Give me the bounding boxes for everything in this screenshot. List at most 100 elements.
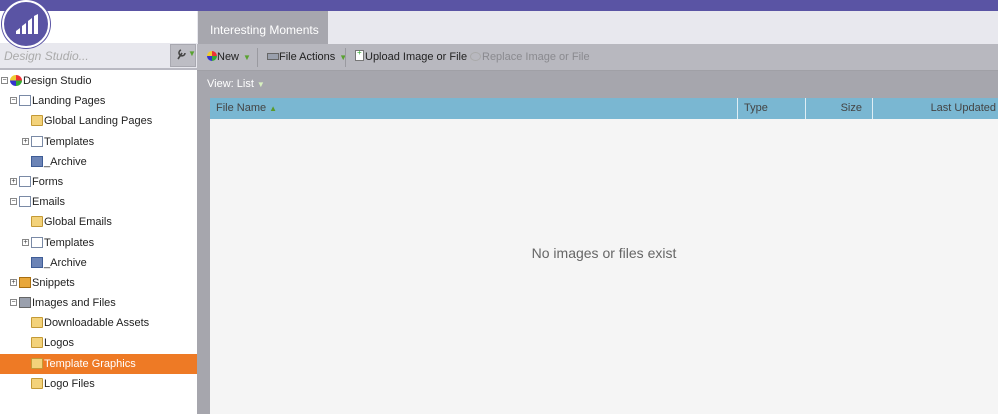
logo-bars-icon xyxy=(16,14,38,34)
tree-item-label: Snippets xyxy=(32,276,75,289)
tree-item-label: _Archive xyxy=(44,155,87,168)
tree-item[interactable]: − Emails xyxy=(0,192,197,212)
new-icon xyxy=(207,51,217,61)
tree-item-label: Forms xyxy=(32,175,64,188)
tree-item[interactable]: _Archive xyxy=(0,253,197,273)
view-bar: View: List ▼ xyxy=(197,71,998,98)
column-last-updated[interactable]: Last Updated xyxy=(873,98,998,119)
template-icon xyxy=(31,236,43,248)
collapse-icon[interactable]: − xyxy=(10,299,17,307)
column-file-name-label: File Name xyxy=(216,102,267,114)
upload-icon: + xyxy=(355,49,364,61)
tab-interesting-moments[interactable]: Interesting Moments xyxy=(198,11,328,44)
template-icon xyxy=(31,135,43,147)
wrench-icon xyxy=(176,48,186,63)
column-file-name[interactable]: File Name ▲ xyxy=(210,98,738,119)
tree-item[interactable]: Global Landing Pages xyxy=(0,111,197,131)
tree-item[interactable]: Global Emails xyxy=(0,212,197,232)
tree-item-label: Logo Files xyxy=(44,377,95,390)
tree-item[interactable]: + Forms xyxy=(0,172,197,192)
collapse-icon[interactable]: − xyxy=(10,198,17,206)
collapse-icon[interactable]: − xyxy=(10,97,17,105)
column-last-updated-label: Last Updated xyxy=(930,102,996,114)
tree-item-label: Templates xyxy=(44,135,95,148)
file-grid: File Name ▲ Type Size Last Updated No ima… xyxy=(210,98,998,414)
design-studio-icon xyxy=(10,75,22,86)
empty-message: No images or files exist xyxy=(531,245,677,261)
upload-label: Upload Image or File xyxy=(365,51,468,63)
app-logo[interactable] xyxy=(2,0,50,48)
tree-item[interactable]: + Snippets xyxy=(0,273,197,293)
folder-icon xyxy=(31,317,43,329)
tree-item[interactable]: + Templates xyxy=(0,132,197,152)
tree-tool-button[interactable]: ▼ xyxy=(170,44,196,67)
sidebar-divider xyxy=(0,68,197,70)
file-actions-button[interactable]: File Actions ▼ xyxy=(267,44,347,71)
chevron-down-icon: ▼ xyxy=(188,49,196,58)
archive-icon xyxy=(31,256,43,268)
folder-icon xyxy=(31,216,43,228)
snippets-icon xyxy=(19,276,31,288)
column-type[interactable]: Type xyxy=(738,98,806,119)
tree-item-label: Templates xyxy=(44,236,95,249)
tab-strip: Interesting Moments xyxy=(197,11,998,44)
view-selector[interactable]: View: List ▼ xyxy=(207,78,265,90)
design-studio-tree: − Design Studio − Landing Pages Global Landi… xyxy=(0,71,197,394)
replace-icon xyxy=(470,52,481,61)
tree-item-label: Global Emails xyxy=(44,216,112,229)
top-banner xyxy=(0,0,998,11)
expand-icon[interactable]: + xyxy=(10,177,17,185)
tree-item[interactable]: Logos xyxy=(0,333,197,353)
column-type-label: Type xyxy=(744,102,768,114)
replace-label: Replace Image or File xyxy=(482,51,590,63)
tree-item-label: Global Landing Pages xyxy=(44,115,153,128)
upload-button[interactable]: + Upload Image or File xyxy=(355,44,467,71)
tree-item[interactable]: + Templates xyxy=(0,233,197,253)
tree-item-label: Emails xyxy=(32,196,66,209)
tree-item[interactable]: Downloadable Assets xyxy=(0,313,197,333)
tree-item-label: Logos xyxy=(44,337,74,350)
grid-header: File Name ▲ Type Size Last Updated xyxy=(210,98,998,119)
tree-item[interactable]: Template Graphics xyxy=(0,353,197,374)
folder-icon xyxy=(31,357,43,369)
tree-item-label: _Archive xyxy=(44,256,87,269)
folder-icon xyxy=(31,337,43,349)
toolbar-separator xyxy=(257,48,258,67)
archive-icon xyxy=(31,155,43,167)
toolbar-separator xyxy=(345,48,346,67)
tree-item[interactable]: − Design Studio xyxy=(0,71,197,91)
sidebar: ▼ − Design Studio − Landing Pages Global Lan… xyxy=(0,11,197,414)
tree-item-label: Images and Files xyxy=(32,297,116,310)
file-actions-label: File Actions xyxy=(279,51,336,63)
toolbar: New ▼ File Actions ▼ + Upload Image or File… xyxy=(197,44,998,71)
column-size[interactable]: Size xyxy=(806,98,873,119)
tree-item-label: Design Studio xyxy=(23,75,92,87)
emails-icon xyxy=(19,196,31,208)
view-label: View: List xyxy=(207,78,254,90)
expand-icon[interactable]: + xyxy=(22,137,29,145)
chevron-down-icon: ▼ xyxy=(256,80,265,89)
tree-item[interactable]: _Archive xyxy=(0,152,197,172)
folder-icon xyxy=(31,377,43,389)
tree-item[interactable]: − Landing Pages xyxy=(0,91,197,111)
tree-item[interactable]: − Images and Files xyxy=(0,293,197,313)
tree-item-label: Landing Pages xyxy=(32,95,106,108)
expand-icon[interactable]: + xyxy=(22,238,29,246)
new-label: New xyxy=(217,51,240,63)
forms-icon xyxy=(19,175,31,187)
tree-item-label: Template Graphics xyxy=(44,357,136,370)
file-actions-icon xyxy=(267,53,279,60)
landing-pages-icon xyxy=(19,95,31,107)
folder-icon xyxy=(31,115,43,127)
chevron-down-icon: ▼ xyxy=(243,53,251,62)
tree-item-label: Downloadable Assets xyxy=(44,317,150,330)
new-button[interactable]: New ▼ xyxy=(207,44,251,71)
images-files-icon xyxy=(19,297,31,309)
collapse-icon[interactable]: − xyxy=(1,77,8,84)
sort-asc-icon: ▲ xyxy=(269,104,278,113)
replace-button[interactable]: Replace Image or File xyxy=(470,44,590,71)
column-size-label: Size xyxy=(840,102,862,114)
tree-item[interactable]: Logo Files xyxy=(0,374,197,394)
main-panel: Interesting Moments New ▼ File Actions ▼ +… xyxy=(197,11,998,414)
expand-icon[interactable]: + xyxy=(10,278,17,286)
